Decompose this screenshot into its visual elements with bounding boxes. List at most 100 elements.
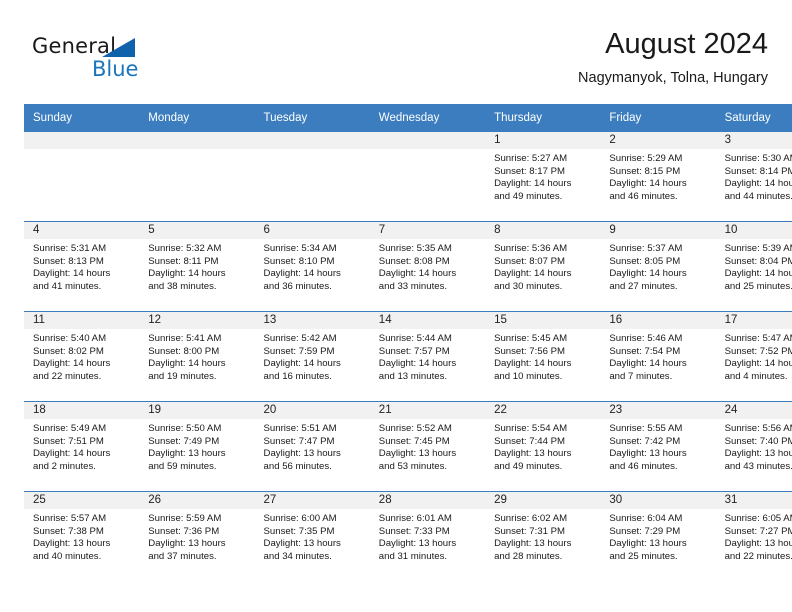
calendar-day-cell[interactable]: 23 Sunrise: 5:55 AM Sunset: 7:42 PM Dayligh… [600, 401, 716, 492]
day-detail-line: Sunrise: 5:31 AM [33, 243, 107, 254]
day-number: 2 [600, 132, 716, 149]
calendar-day-cell[interactable]: 3 Sunrise: 5:30 AM Sunset: 8:14 PM Daylight… [715, 132, 792, 222]
day-detail-line: and 13 minutes. [378, 370, 448, 382]
day-detail-line: Daylight: 14 hours [494, 178, 572, 190]
calendar-day-cell[interactable]: 27 Sunrise: 6:00 AM Sunset: 7:35 PM Dayligh… [254, 491, 370, 581]
day-detail-line: and 27 minutes. [609, 280, 678, 292]
calendar-day-cell[interactable]: 17 Sunrise: 5:47 AM Sunset: 7:52 PM Dayligh… [715, 311, 792, 402]
calendar-day-cell[interactable]: 29 Sunrise: 6:02 AM Sunset: 7:31 PM Dayligh… [485, 491, 601, 581]
day-detail-line: Sunset: 7:36 PM [148, 525, 220, 537]
calendar-day-cell[interactable]: 9 Sunrise: 5:37 AM Sunset: 8:05 PM Daylight… [600, 221, 716, 312]
day-detail-line: Sunset: 8:14 PM [724, 165, 792, 177]
calendar-day-cell[interactable]: 30 Sunrise: 6:04 AM Sunset: 7:29 PM Dayligh… [600, 491, 716, 581]
day-number: 8 [485, 222, 601, 239]
day-detail-line: Sunset: 7:35 PM [263, 525, 335, 537]
calendar-day-cell[interactable]: 24 Sunrise: 5:56 AM Sunset: 7:40 PM Dayligh… [715, 401, 792, 492]
calendar-day-cell[interactable]: 19 Sunrise: 5:50 AM Sunset: 7:49 PM Dayligh… [139, 401, 255, 492]
day-detail-line: Daylight: 14 hours [609, 358, 687, 370]
day-detail-line: Sunset: 8:11 PM [148, 255, 219, 267]
day-number: 11 [24, 312, 140, 329]
day-details: Sunrise: 5:49 AM Sunset: 7:51 PM Daylight:… [24, 419, 139, 473]
weekday-header-wednesday: Wednesday [369, 104, 486, 132]
calendar-day-cell[interactable]: 11 Sunrise: 5:40 AM Sunset: 8:02 PM Dayligh… [24, 311, 140, 402]
day-details: Sunrise: 6:01 AM Sunset: 7:33 PM Daylight:… [370, 509, 485, 563]
calendar-day-cell[interactable]: 7 Sunrise: 5:35 AM Sunset: 8:08 PM Daylight… [369, 221, 486, 312]
day-detail-line: and 38 minutes. [148, 280, 217, 292]
day-number: 4 [24, 222, 140, 239]
calendar-day-cell[interactable]: 1 Sunrise: 5:27 AM Sunset: 8:17 PM Daylight… [485, 132, 601, 222]
day-detail-line: Daylight: 14 hours [494, 268, 572, 280]
day-details: Sunrise: 5:35 AM Sunset: 8:08 PM Daylight:… [370, 239, 485, 293]
day-number [369, 132, 486, 149]
day-detail-line: Sunrise: 6:05 AM [724, 513, 792, 524]
day-detail-line: Sunrise: 5:46 AM [609, 333, 683, 344]
calendar-day-cell[interactable]: 28 Sunrise: 6:01 AM Sunset: 7:33 PM Dayligh… [369, 491, 486, 581]
calendar-day-cell[interactable]: 10 Sunrise: 5:39 AM Sunset: 8:04 PM Dayligh… [715, 221, 792, 312]
weekday-header-label: Tuesday [263, 112, 308, 124]
day-detail-line: Daylight: 13 hours [148, 448, 226, 460]
day-details: Sunrise: 5:46 AM Sunset: 7:54 PM Daylight:… [600, 329, 715, 383]
day-details: Sunrise: 5:59 AM Sunset: 7:36 PM Daylight:… [139, 509, 254, 563]
general-blue-logo[interactable]: General Blue [32, 34, 212, 90]
calendar-day-cell[interactable]: 8 Sunrise: 5:36 AM Sunset: 8:07 PM Daylight… [485, 221, 601, 312]
calendar-day-cell[interactable]: 25 Sunrise: 5:57 AM Sunset: 7:38 PM Dayligh… [24, 491, 140, 581]
page-title: August 2024 [605, 28, 768, 60]
day-detail-line: and 46 minutes. [609, 190, 678, 202]
day-number [24, 132, 140, 149]
calendar-day-cell[interactable]: 22 Sunrise: 5:54 AM Sunset: 7:44 PM Dayligh… [485, 401, 601, 492]
day-detail-line: Daylight: 14 hours [609, 268, 687, 280]
weekday-header-sunday: Sunday [24, 104, 140, 132]
calendar-day-cell[interactable]: 13 Sunrise: 5:42 AM Sunset: 7:59 PM Dayligh… [254, 311, 370, 402]
day-detail-line: Sunrise: 5:27 AM [494, 153, 568, 164]
day-detail-line: Daylight: 14 hours [263, 358, 341, 370]
day-detail-line: Sunrise: 5:57 AM [33, 513, 107, 524]
day-detail-line: and 25 minutes. [609, 550, 678, 562]
calendar-day-cell[interactable]: 6 Sunrise: 5:34 AM Sunset: 8:10 PM Daylight… [254, 221, 370, 312]
calendar-day-cell[interactable]: 31 Sunrise: 6:05 AM Sunset: 7:27 PM Dayligh… [715, 491, 792, 581]
calendar-week-row: 25 Sunrise: 5:57 AM Sunset: 7:38 PM Dayligh… [24, 491, 792, 581]
calendar-day-cell[interactable]: 4 Sunrise: 5:31 AM Sunset: 8:13 PM Daylight… [24, 221, 140, 312]
weekday-header-label: Wednesday [378, 112, 440, 124]
day-detail-line: and 28 minutes. [494, 550, 563, 562]
day-detail-line: and 40 minutes. [33, 550, 102, 562]
calendar-day-cell[interactable]: 16 Sunrise: 5:46 AM Sunset: 7:54 PM Dayligh… [600, 311, 716, 402]
calendar-day-cell[interactable]: 5 Sunrise: 5:32 AM Sunset: 8:11 PM Daylight… [139, 221, 255, 312]
day-detail-line: Sunset: 8:15 PM [609, 165, 681, 177]
day-details: Sunrise: 6:04 AM Sunset: 7:29 PM Daylight:… [600, 509, 715, 563]
day-detail-line: Daylight: 13 hours [609, 538, 687, 550]
day-number: 23 [600, 402, 716, 419]
day-details: Sunrise: 5:45 AM Sunset: 7:56 PM Daylight:… [485, 329, 600, 383]
day-detail-line: Daylight: 13 hours [263, 448, 341, 460]
day-detail-line: Sunset: 8:00 PM [148, 345, 220, 357]
day-detail-line: Sunset: 7:47 PM [263, 435, 335, 447]
calendar-day-cell-empty [254, 132, 370, 222]
day-number: 26 [139, 492, 255, 509]
day-number: 27 [254, 492, 370, 509]
calendar-day-cell[interactable]: 20 Sunrise: 5:51 AM Sunset: 7:47 PM Dayligh… [254, 401, 370, 492]
calendar-day-cell[interactable]: 18 Sunrise: 5:49 AM Sunset: 7:51 PM Dayligh… [24, 401, 140, 492]
day-details: Sunrise: 5:50 AM Sunset: 7:49 PM Daylight:… [139, 419, 254, 473]
day-detail-line: Daylight: 14 hours [378, 268, 457, 280]
weekday-header-saturday: Saturday [715, 104, 792, 132]
day-detail-line: Sunrise: 5:56 AM [724, 423, 792, 434]
day-detail-line: Sunrise: 5:54 AM [494, 423, 568, 434]
calendar-day-cell[interactable]: 15 Sunrise: 5:45 AM Sunset: 7:56 PM Dayligh… [485, 311, 601, 402]
day-detail-line: Sunset: 7:38 PM [33, 525, 104, 537]
calendar-day-cell[interactable]: 2 Sunrise: 5:29 AM Sunset: 8:15 PM Daylight… [600, 132, 716, 222]
calendar-day-cell[interactable]: 26 Sunrise: 5:59 AM Sunset: 7:36 PM Dayligh… [139, 491, 255, 581]
day-details: Sunrise: 6:05 AM Sunset: 7:27 PM Daylight:… [716, 509, 792, 563]
day-detail-line: and 16 minutes. [263, 370, 332, 382]
logo-text-blue: Blue [92, 57, 139, 81]
day-detail-line: Sunset: 8:17 PM [494, 165, 565, 177]
day-detail-line: Sunrise: 6:04 AM [609, 513, 683, 524]
day-details: Sunrise: 6:02 AM Sunset: 7:31 PM Daylight:… [485, 509, 600, 563]
day-number: 17 [715, 312, 792, 329]
day-detail-line: Sunrise: 5:39 AM [724, 243, 792, 254]
day-detail-line: and 41 minutes. [33, 280, 102, 292]
calendar-day-cell[interactable]: 21 Sunrise: 5:52 AM Sunset: 7:45 PM Dayligh… [369, 401, 486, 492]
calendar-day-cell[interactable]: 12 Sunrise: 5:41 AM Sunset: 8:00 PM Dayligh… [139, 311, 255, 402]
day-details: Sunrise: 5:30 AM Sunset: 8:14 PM Daylight:… [716, 149, 792, 203]
calendar-day-cell[interactable]: 14 Sunrise: 5:44 AM Sunset: 7:57 PM Dayligh… [369, 311, 486, 402]
calendar-day-cell-empty [24, 132, 140, 222]
day-number: 21 [369, 402, 486, 419]
